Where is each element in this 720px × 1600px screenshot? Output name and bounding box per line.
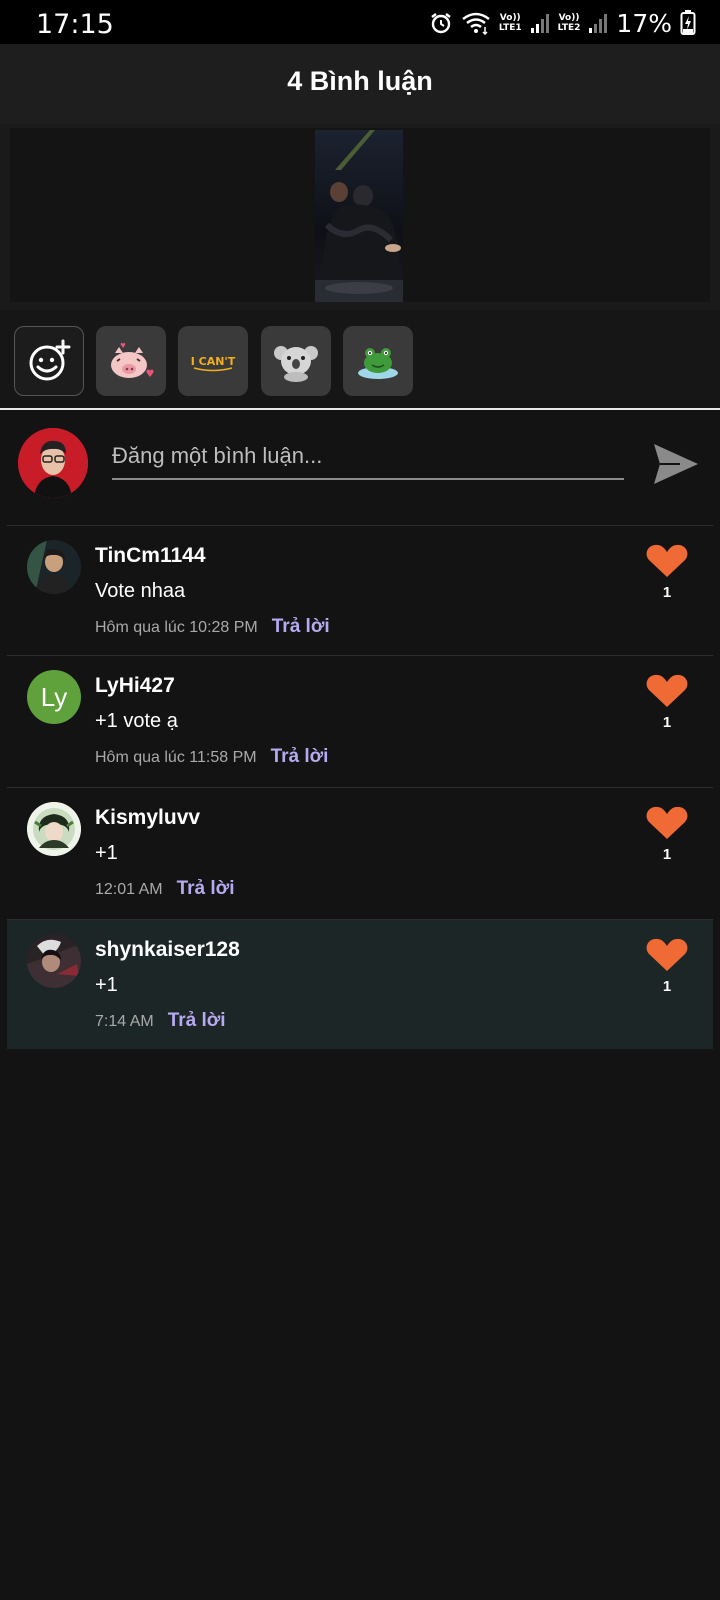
comment-item: TinCm1144 Vote nhaa Hôm qua lúc 10:28 PM…: [7, 525, 713, 655]
like-count: 1: [662, 846, 672, 863]
comment-username[interactable]: Kismyluvv: [95, 806, 200, 830]
my-avatar-image: [18, 428, 88, 498]
user-avatar[interactable]: [27, 934, 81, 988]
pig-sticker-button[interactable]: [96, 326, 166, 396]
comment-username[interactable]: shynkaiser128: [95, 938, 240, 962]
i-cant-sticker-text: I CAN'T: [191, 355, 236, 368]
like-count: 1: [662, 714, 672, 731]
status-time: 17:15: [36, 9, 114, 40]
comment-meta: 7:14 AM Trả lời: [95, 1010, 226, 1032]
like-count: 1: [662, 584, 672, 601]
sticker-bar: I CAN'T: [0, 310, 720, 410]
user-avatar[interactable]: Ly: [27, 670, 81, 724]
comment-username[interactable]: TinCm1144: [95, 544, 206, 568]
comment-meta: Hôm qua lúc 11:58 PM Trả lời: [95, 746, 328, 768]
add-emoji-icon: [29, 339, 71, 381]
comment-composer: [0, 412, 720, 524]
koala-sticker-button[interactable]: [261, 326, 331, 396]
page-title: 4 Bình luận: [287, 66, 433, 96]
sim1-label: Vo)) LTE1: [498, 13, 522, 33]
comment-username[interactable]: LyHi427: [95, 674, 175, 698]
signal-icon-2: [589, 14, 608, 33]
sim2-label: Vo)) LTE2: [557, 13, 581, 33]
user-avatar-image: [27, 540, 81, 594]
wifi-icon: [462, 12, 490, 35]
user-avatar-image: [27, 802, 81, 856]
heart-icon[interactable]: [645, 806, 689, 840]
comment-meta: 12:01 AM Trả lời: [95, 878, 234, 900]
header: 4 Bình luận: [0, 44, 720, 124]
video-preview-area: [0, 124, 720, 310]
status-bar: 17:15 Vo)) LTE1 Vo)) LTE2 17%: [0, 0, 720, 44]
koala-sticker-icon: [274, 346, 318, 382]
pig-sticker-icon: [111, 342, 154, 378]
alarm-icon: [431, 13, 451, 34]
comment-time: Hôm qua lúc 11:58 PM: [95, 749, 257, 766]
user-avatar[interactable]: [27, 802, 81, 856]
like-count: 1: [662, 978, 672, 995]
reply-button[interactable]: Trả lời: [177, 878, 235, 900]
comment-item: Ly LyHi427 +1 vote ạ Hôm qua lúc 11:58 P…: [7, 655, 713, 785]
frog-sticker-icon: [358, 348, 398, 379]
comment-input[interactable]: [112, 434, 624, 480]
comment-time: Hôm qua lúc 10:28 PM: [95, 619, 258, 636]
send-icon: [654, 444, 698, 484]
status-icons: Vo)) LTE1 Vo)) LTE2 17%: [429, 8, 696, 38]
battery-charging-icon: [680, 10, 696, 35]
send-button[interactable]: [650, 438, 702, 490]
video-thumbnail[interactable]: [315, 130, 403, 302]
my-avatar: [18, 428, 88, 498]
reply-button[interactable]: Trả lời: [168, 1010, 226, 1032]
heart-icon[interactable]: [645, 544, 689, 578]
comment-item-highlighted: shynkaiser128 +1 7:14 AM Trả lời 1: [7, 919, 713, 1049]
frog-sticker-button[interactable]: [343, 326, 413, 396]
comment-time: 7:14 AM: [95, 1013, 154, 1030]
comment-time: 12:01 AM: [95, 881, 163, 898]
comment-meta: Hôm qua lúc 10:28 PM Trả lời: [95, 616, 330, 638]
comment-text: +1: [95, 974, 118, 996]
reply-button[interactable]: Trả lời: [271, 746, 329, 768]
i-cant-sticker-icon: I CAN'T: [191, 355, 236, 372]
user-avatar[interactable]: [27, 540, 81, 594]
heart-icon[interactable]: [645, 938, 689, 972]
signal-icon-1: [530, 14, 549, 33]
i-cant-sticker-button[interactable]: I CAN'T: [178, 326, 248, 396]
reply-button[interactable]: Trả lời: [272, 616, 330, 638]
comment-text: +1 vote ạ: [95, 710, 178, 732]
heart-icon[interactable]: [645, 674, 689, 708]
video-thumbnail-image: [315, 130, 403, 302]
user-avatar-image: [27, 934, 81, 988]
comment-item: Kismyluvv +1 12:01 AM Trả lời 1: [7, 787, 713, 917]
comment-text: Vote nhaa: [95, 580, 186, 602]
video-preview-frame: [10, 128, 710, 302]
comment-text: +1: [95, 842, 118, 864]
battery-percent: 17%: [616, 8, 672, 38]
add-sticker-button[interactable]: [14, 326, 84, 396]
